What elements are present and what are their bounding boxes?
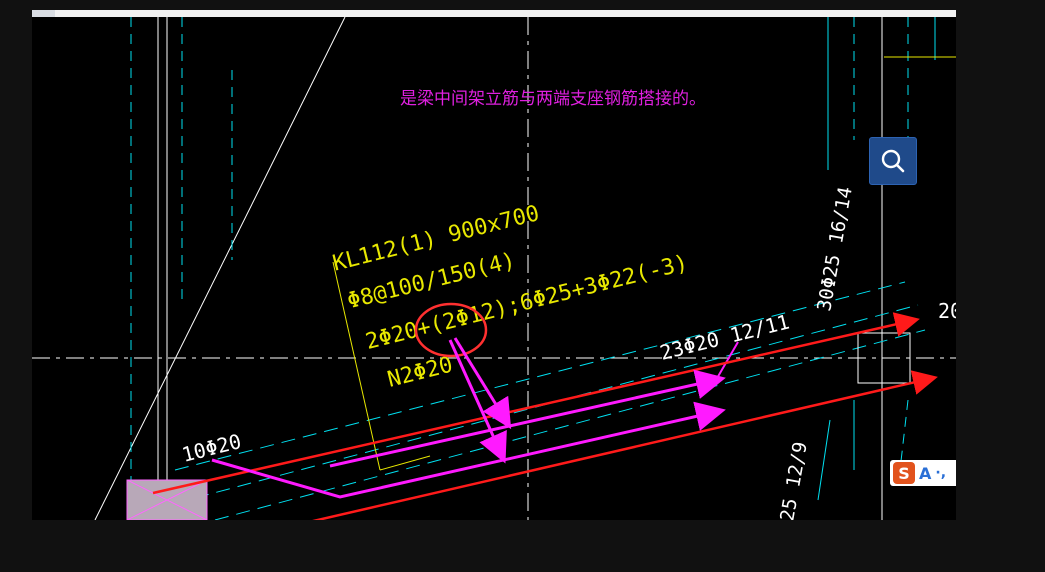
beam-outline — [174, 281, 926, 520]
window-top-bar — [32, 10, 956, 17]
magenta-arrow-top — [329, 369, 726, 468]
rebar-label-vertical-upper: 30Φ25 16/14 — [813, 185, 857, 313]
hatched-box — [126, 479, 208, 520]
annotation-text: 是梁中间架立筋与两端支座钢筋搭接的。 — [400, 89, 706, 109]
rebar-label-vertical-lower: 25 12/9 — [776, 440, 812, 520]
cad-canvas[interactable]: KL112(1) 900x700 Φ8@100/150(4) 2Φ20+(2Φ1… — [32, 17, 956, 520]
window-top-tab[interactable] — [32, 10, 55, 17]
magnifier-icon — [881, 149, 905, 173]
rebar-label-right: 23Φ20 12/11 — [657, 310, 791, 365]
rebar-label-left: 10Φ20 — [179, 429, 243, 467]
ime-toolbar[interactable]: S A ·, — [890, 460, 956, 486]
magenta-arrow-bottom — [211, 401, 726, 499]
beam-label: KL112(1) 900x700 Φ8@100/150(4) 2Φ20+(2Φ1… — [330, 201, 690, 393]
ime-punctuation-toggle[interactable]: ·, — [935, 465, 946, 481]
beam-label-line-4: N2Φ20 — [385, 353, 455, 393]
zoom-button[interactable] — [869, 137, 917, 185]
rebar-label-edge: 20 — [938, 299, 956, 323]
beam-label-line-3: 2Φ20+(2Φ12);6Φ25+3Φ22(-3) — [363, 251, 690, 355]
sogou-ime-logo-icon[interactable]: S — [893, 462, 915, 484]
ime-mode-toggle[interactable]: A — [919, 464, 931, 483]
